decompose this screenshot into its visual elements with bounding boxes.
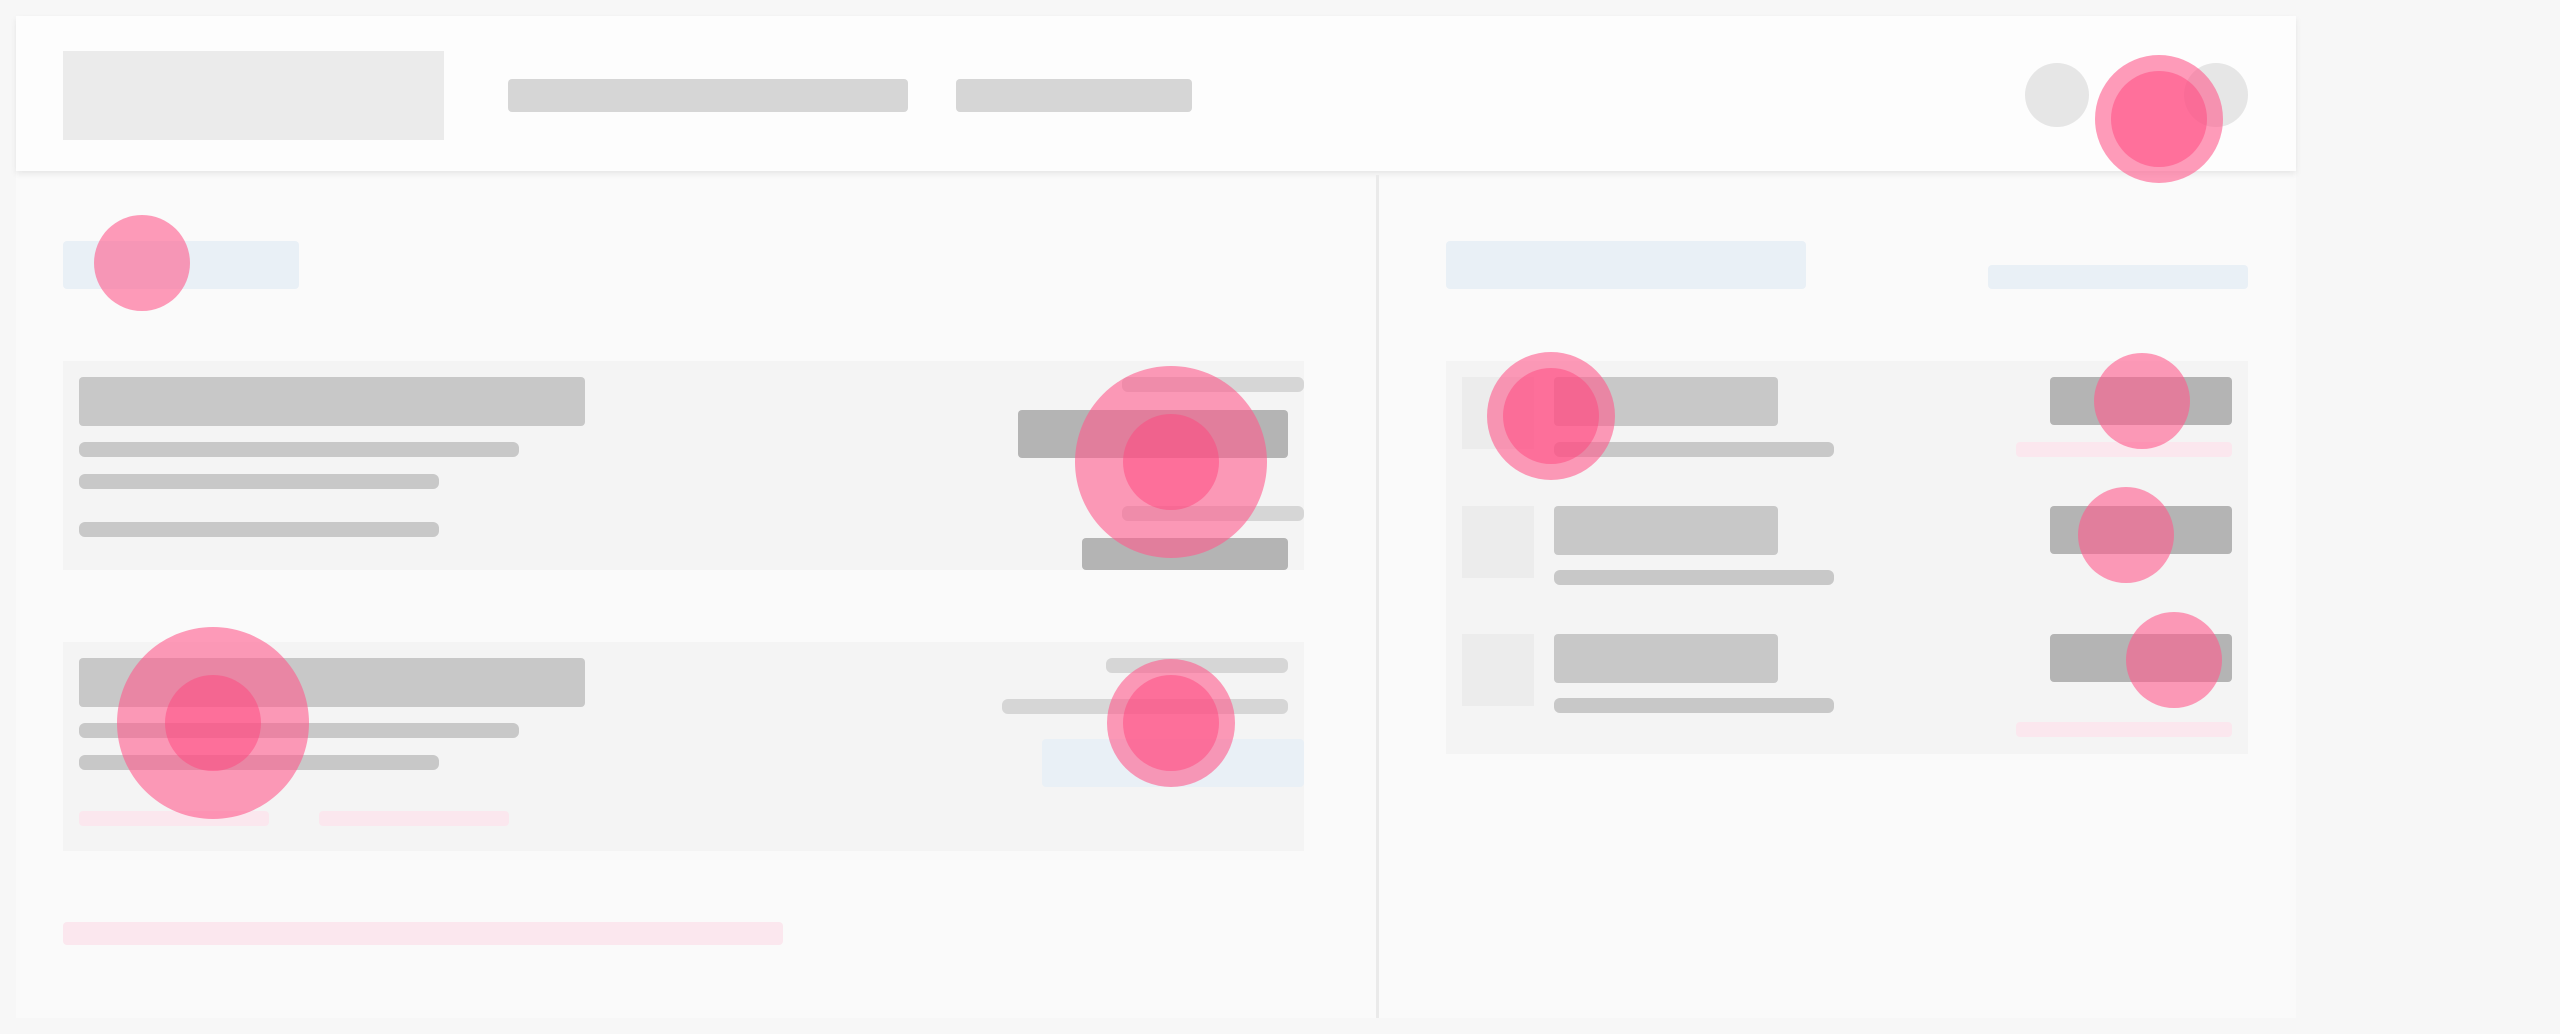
nav-item-secondary[interactable]: [956, 79, 1192, 112]
card-line: [79, 442, 519, 457]
card-tag: [79, 811, 269, 826]
list-thumbnail: [1462, 506, 1534, 578]
nav-item-primary[interactable]: [508, 79, 908, 112]
card-meta: [1106, 658, 1288, 673]
card-meta: [1122, 377, 1304, 392]
card-line: [79, 474, 439, 489]
notification-icon[interactable]: [2025, 63, 2089, 127]
card-line: [79, 723, 519, 738]
content-card[interactable]: [63, 642, 1304, 851]
card-title: [79, 377, 585, 426]
right-section-link[interactable]: [1988, 265, 2248, 289]
list-item-title[interactable]: [1554, 634, 1778, 683]
list-item-title[interactable]: [1554, 506, 1778, 555]
list-item-title[interactable]: [1554, 377, 1778, 426]
card-meta: [1122, 506, 1304, 521]
card-line: [79, 755, 439, 770]
card-tag: [319, 811, 509, 826]
list-item-subtitle: [1554, 570, 1834, 585]
right-section-heading[interactable]: [1446, 241, 1806, 289]
card-primary-button[interactable]: [1018, 410, 1288, 458]
list-item-tag: [2016, 722, 2232, 737]
card-meta: [1002, 699, 1288, 714]
list-item-subtitle: [1554, 698, 1834, 713]
app-window: [16, 16, 2296, 1018]
top-header: [16, 16, 2296, 171]
list-item-button[interactable]: [2050, 506, 2232, 554]
right-list: [1446, 361, 2248, 754]
list-thumbnail: [1462, 634, 1534, 706]
footer-note: [63, 922, 783, 945]
list-thumbnail: [1462, 377, 1534, 449]
list-item-button[interactable]: [2050, 377, 2232, 425]
list-item-button[interactable]: [2050, 634, 2232, 682]
panel-divider: [1376, 175, 1379, 1018]
left-section-heading[interactable]: [63, 241, 299, 289]
card-action-button[interactable]: [1042, 739, 1304, 787]
avatar-icon[interactable]: [2184, 63, 2248, 127]
logo-placeholder[interactable]: [63, 51, 444, 140]
card-line: [79, 522, 439, 537]
list-item-tag: [2016, 442, 2232, 457]
card-secondary-button[interactable]: [1082, 538, 1288, 570]
card-title: [79, 658, 585, 707]
list-item-subtitle: [1554, 442, 1834, 457]
content-card[interactable]: [63, 361, 1304, 570]
